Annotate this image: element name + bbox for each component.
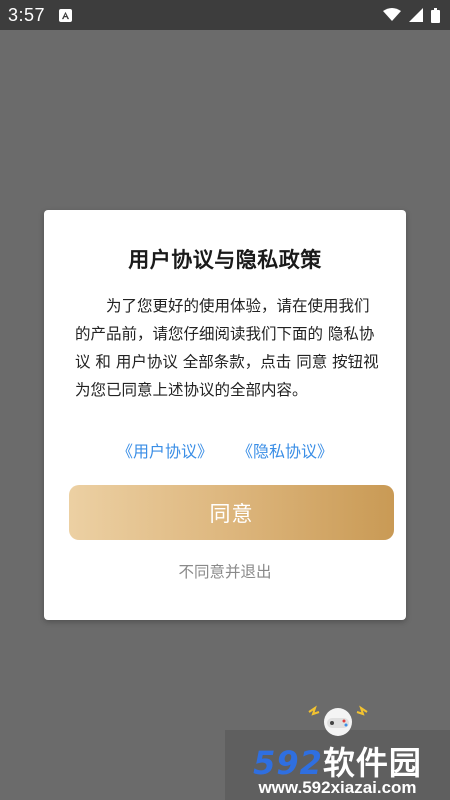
- agreement-links: 《用户协议》 《隐私协议》: [44, 438, 406, 462]
- a-icon: [59, 8, 73, 22]
- privacy-dialog: 用户协议与隐私政策 为了您更好的使用体验，请在使用我们的产品前，请您仔细阅读我们…: [44, 210, 406, 620]
- watermark-url: www.592xiazai.com: [258, 778, 417, 797]
- privacy-policy-link[interactable]: 《隐私协议》: [237, 438, 333, 462]
- dialog-body-text: 为了您更好的使用体验，请在使用我们的产品前，请您仔细阅读我们下面的 隐私协议 和…: [75, 297, 379, 399]
- watermark-brand-number: 592: [253, 744, 323, 782]
- watermark-brand-text: 软件园: [322, 744, 422, 782]
- status-time: 3:57: [8, 4, 46, 25]
- dialog-title: 用户协议与隐私政策: [128, 248, 322, 272]
- agree-button[interactable]: 同意: [69, 485, 394, 540]
- screen: 3:57 用户协议与隐私政策 为了您更好的使用体验，请在使用我们的产品前，请您仔…: [0, 0, 450, 800]
- status-icons: [383, 7, 440, 23]
- user-agreement-link[interactable]: 《用户协议》: [117, 438, 213, 462]
- status-bar: 3:57: [0, 0, 450, 30]
- disagree-exit-link[interactable]: 不同意并退出: [44, 560, 406, 582]
- gamepad-mascot-icon: [308, 705, 368, 736]
- battery-icon: [431, 7, 440, 23]
- watermark: 592软件园 www.592xiazai.com: [225, 705, 450, 800]
- wifi-icon: [383, 8, 401, 21]
- cell-signal-icon: [409, 8, 423, 22]
